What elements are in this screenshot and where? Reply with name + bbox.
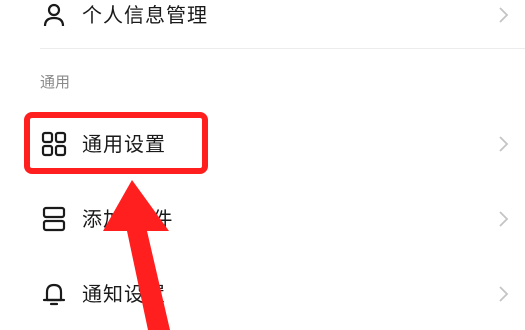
settings-page: 个人信息管理 通用 通用设置 添加 通知设置 (0, 0, 525, 330)
annotation-arrow (103, 180, 170, 330)
